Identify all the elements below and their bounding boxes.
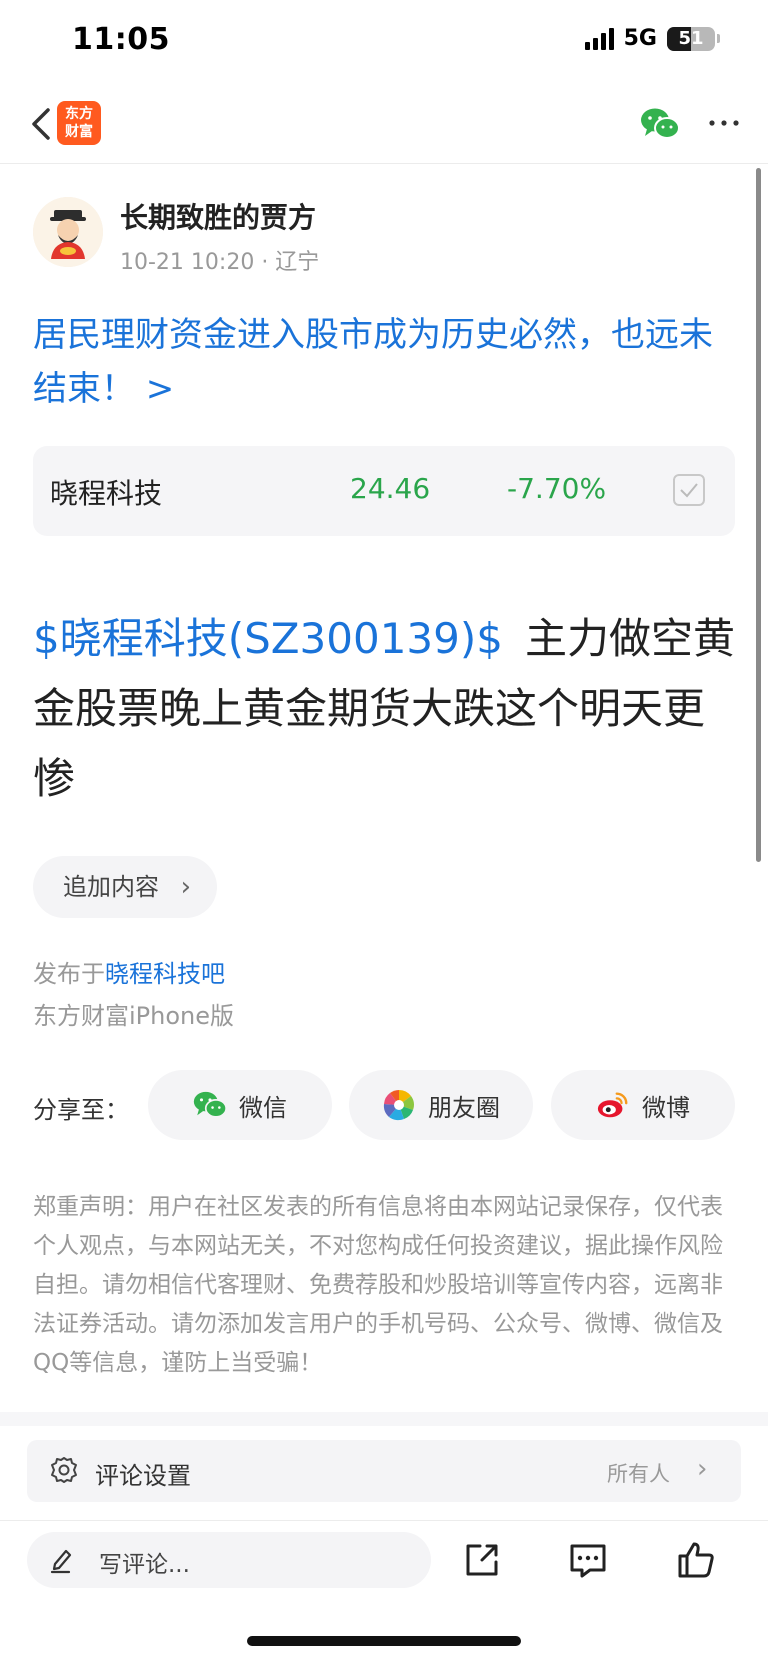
related-article-link[interactable]: 居民理财资金进入股市成为历史必然，也远未结束！ > <box>33 308 737 416</box>
share-weibo-label: 微博 <box>642 1093 690 1122</box>
chevron-right-icon: › <box>180 872 191 902</box>
add-content-label: 追加内容 <box>63 873 159 901</box>
status-time: 11:05 <box>72 22 170 57</box>
section-divider <box>0 1412 768 1426</box>
published-prefix: 发布于 <box>33 960 105 988</box>
share-weibo-button[interactable]: 微博 <box>551 1070 735 1140</box>
more-horizontal-icon[interactable] <box>706 108 742 138</box>
stock-price: 24.46 <box>350 472 431 505</box>
battery-level: 51 <box>678 27 704 49</box>
bottom-bar-divider <box>0 1520 768 1521</box>
write-comment-input[interactable]: 写评论... <box>27 1532 431 1588</box>
client-info: 东方财富iPhone版 <box>33 1002 235 1030</box>
share-wechat-button[interactable]: 微信 <box>148 1070 332 1140</box>
status-indicators: 5G 51 <box>584 26 720 51</box>
share-moments-label: 朋友圈 <box>428 1093 500 1122</box>
scrollbar[interactable] <box>756 168 761 862</box>
comment-icon[interactable] <box>566 1538 610 1582</box>
stock-change: -7.70% <box>507 472 607 505</box>
author-name[interactable]: 长期致胜的贾方 <box>120 196 316 236</box>
home-indicator[interactable] <box>247 1636 521 1646</box>
wechat-icon <box>193 1091 227 1118</box>
comment-settings-label: 评论设置 <box>95 1462 191 1490</box>
moments-icon <box>383 1090 414 1121</box>
post-body: $晓程科技(SZ300139)$ 主力做空黄金股票晚上黄金期货大跌这个明天更惨 <box>33 604 743 814</box>
battery-icon: 51 <box>667 26 715 51</box>
comment-settings-row[interactable]: 评论设置 所有人 › <box>27 1440 741 1502</box>
like-icon[interactable] <box>674 1538 718 1582</box>
nav-bar: 东方 财富 <box>0 88 768 164</box>
share-wechat-label: 微信 <box>239 1093 287 1122</box>
share-label: 分享至： <box>33 1096 129 1124</box>
pencil-icon <box>50 1549 72 1574</box>
post-meta: 10-21 10:20 · 辽宁 <box>120 250 320 275</box>
stock-name: 晓程科技 <box>50 477 163 510</box>
share-out-icon[interactable] <box>460 1538 504 1582</box>
wechat-icon[interactable] <box>640 106 680 142</box>
app-logo[interactable]: 东方 财富 <box>57 101 101 145</box>
write-comment-placeholder: 写评论... <box>99 1552 190 1578</box>
add-watchlist-checkbox-icon[interactable] <box>673 474 705 506</box>
weibo-icon <box>597 1092 628 1118</box>
network-label: 5G <box>623 26 657 51</box>
gear-icon <box>51 1457 77 1483</box>
share-moments-button[interactable]: 朋友圈 <box>349 1070 533 1140</box>
avatar-image <box>33 197 103 267</box>
stock-card[interactable]: 晓程科技 24.46 -7.70% <box>33 446 735 536</box>
board-link[interactable]: 晓程科技吧 <box>105 960 225 988</box>
avatar[interactable] <box>33 197 103 267</box>
published-in: 发布于晓程科技吧 <box>33 954 225 989</box>
add-content-button[interactable]: 追加内容 › <box>33 856 217 918</box>
stock-tag-link[interactable]: $晓程科技(SZ300139)$ <box>33 614 503 663</box>
disclaimer: 郑重声明：用户在社区发表的所有信息将由本网站记录保存，仅代表个人观点，与本网站无… <box>33 1194 723 1376</box>
signal-icon <box>584 27 614 50</box>
chevron-right-icon: › <box>697 1454 708 1484</box>
comment-settings-value: 所有人 <box>607 1462 670 1486</box>
